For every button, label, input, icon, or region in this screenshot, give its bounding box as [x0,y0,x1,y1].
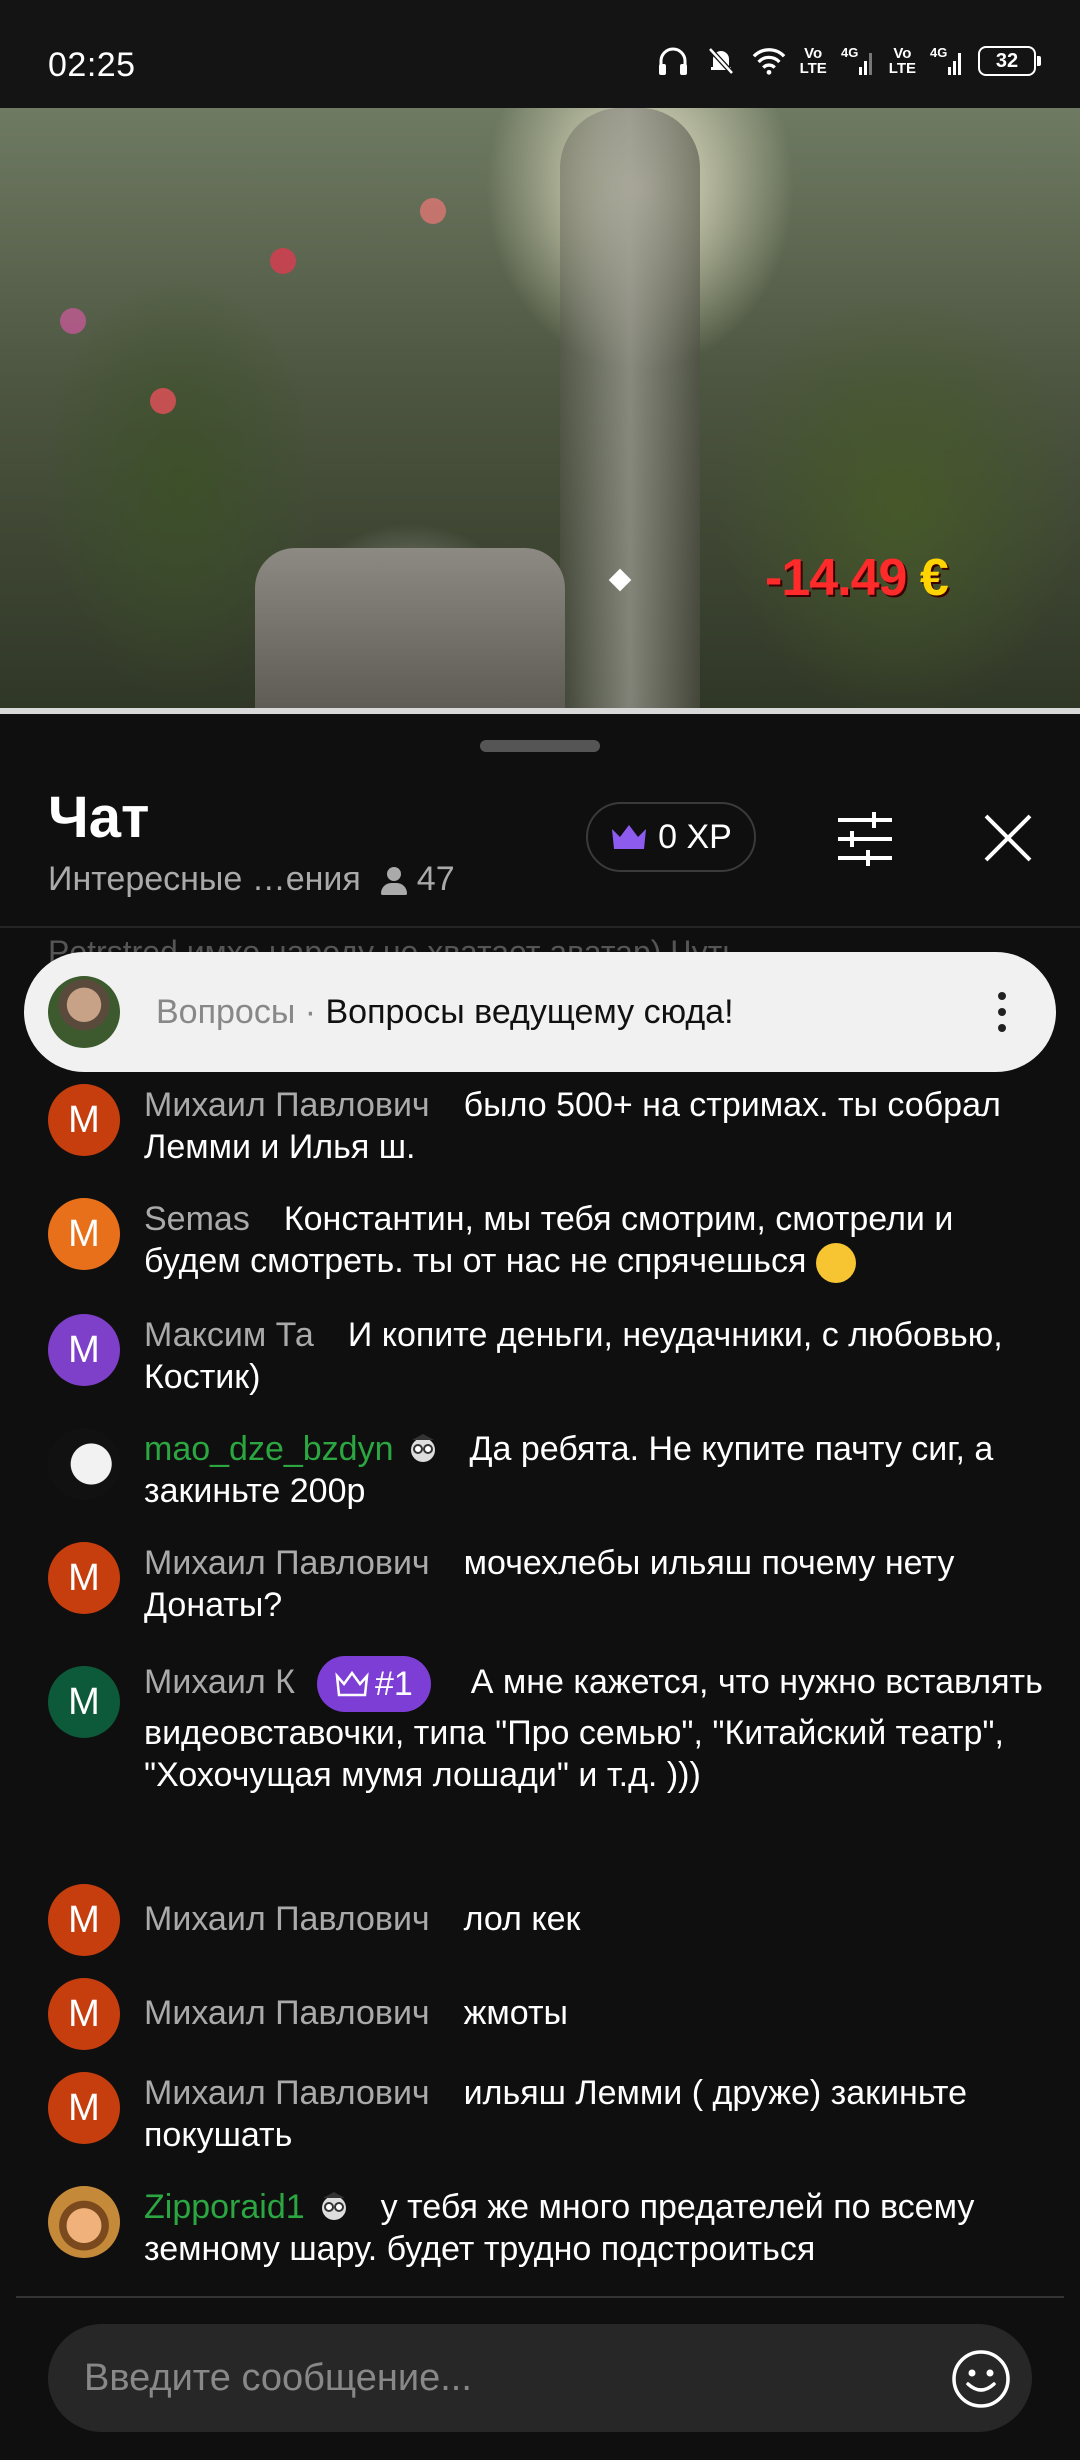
wifi-icon [752,44,786,78]
filters-button[interactable] [832,806,898,872]
moderator-badge-icon [410,1434,435,1463]
chat-title: Чат [48,785,150,850]
chat-message[interactable]: М Михаил К #1 А мне кажется, что нужно вст… [48,1656,1048,1796]
xp-label: 0 XP [658,817,732,856]
chat-divider [0,926,1080,928]
pinned-message[interactable]: Вопросы · Вопросы ведущему сюда! [24,952,1056,1072]
avatar-initial: M [68,1212,100,1255]
pinned-text: Вопросы · Вопросы ведущему сюда! [156,993,734,1032]
message-author[interactable]: Semas [144,1200,250,1238]
chat-message[interactable]: М Михаил Павлович ильяш Лемми ( друже) за… [48,2072,1048,2156]
avatar-initial: М [68,1328,100,1371]
avatar[interactable]: М [48,1884,120,1956]
video-scene-flower [60,308,86,334]
video-scene-flower [270,248,296,274]
pinned-message-text: Вопросы ведущему сюда! [325,992,734,1031]
message-author[interactable]: mao_dze_bzdyn [144,1430,394,1468]
avatar-initial: М [68,1992,100,2035]
message-text: лол кек [463,1900,581,1938]
signal-icon-1: 4G [841,44,875,78]
headphones-icon [656,44,690,78]
status-bar: 02:25 Vo LTE 4G Vo LTE 4G 32 [0,0,1080,108]
emoji-button[interactable] [950,2348,1012,2410]
avatar[interactable] [48,1428,120,1500]
message-author[interactable]: Михаил Павлович [144,2074,430,2112]
crown-icon [612,825,647,849]
composer-divider [16,2296,1064,2298]
video-player[interactable]: -14.49 € [0,108,1080,714]
avatar[interactable]: М [48,1978,120,2050]
video-price-overlay: -14.49 € [765,548,949,608]
crown-outline-icon [335,1671,369,1697]
pinned-separator: · [295,992,326,1031]
video-scene-flower [150,388,176,414]
avatar[interactable] [48,2186,120,2258]
laughing-emoji-icon [815,1243,856,1284]
chat-message[interactable]: mao_dze_bzdyn Да ребята. Не купите пачту … [48,1428,1048,1512]
pinned-label: Вопросы [156,992,296,1031]
avatar-initial: М [68,1898,100,1941]
message-author[interactable]: Михаил Павлович [144,1086,430,1124]
rank-badge: #1 [316,1656,431,1712]
svg-text:4G: 4G [841,45,858,60]
chat-message[interactable]: М Михаил Павлович было 500+ на стримах. т… [48,1084,1048,1168]
battery-icon: 32 [978,46,1041,76]
video-scene-pot [255,548,565,714]
rank-badge-label: #1 [374,1665,413,1703]
avatar-initial: М [68,1680,100,1723]
chat-message[interactable]: М Михаил Павлович мочехлебы ильяш почему … [48,1542,1048,1626]
chat-subtitle-text: Интересные …ения [48,860,361,898]
moderator-badge-icon [321,2192,346,2221]
xp-button[interactable]: 0 XP [586,802,756,872]
status-time: 02:25 [48,46,136,84]
message-author[interactable]: Михаил Павлович [144,1900,430,1938]
video-scene-trunk [560,108,700,714]
message-composer [48,2324,1032,2432]
avatar[interactable]: M [48,1198,120,1270]
viewer-count: 47 [379,860,455,899]
message-author[interactable]: Михаил К [144,1663,295,1701]
avatar[interactable]: М [48,1542,120,1614]
chat-subtitle: Интересные …ения 47 [48,860,455,899]
svg-text:4G: 4G [930,45,947,60]
message-author[interactable]: Максим Та [144,1316,314,1354]
message-author[interactable]: Zipporaid1 [144,2188,305,2226]
avatar-initial: М [68,1098,100,1141]
message-author[interactable]: Михаил Павлович [144,1994,430,2032]
chat-message[interactable]: М Михаил Павлович жмоты [48,1978,1048,2050]
close-chat-button[interactable] [978,808,1038,868]
bell-muted-icon [704,44,738,78]
avatar-initial: М [68,2086,100,2129]
drag-handle[interactable] [480,740,600,752]
sliders-icon [838,812,892,866]
close-icon [984,814,1032,862]
chat-panel: Чат Интересные …ения 47 0 XP Petrstred и… [0,714,1080,2460]
video-price-currency: € [919,549,949,607]
chat-message[interactable]: М Михаил Павлович лол кек [48,1884,1048,1956]
avatar-initial: М [68,1556,100,1599]
status-icons: Vo LTE 4G Vo LTE 4G 32 [656,44,1041,78]
chat-message[interactable]: M Semas Константин, мы тебя смотрим, смот… [48,1198,1048,1284]
volte-label-1: Vo LTE [799,45,827,77]
pinned-avatar [48,976,120,1048]
chat-message[interactable]: Zipporaid1 у тебя же много предателей по … [48,2186,1048,2270]
avatar[interactable]: М [48,1084,120,1156]
avatar[interactable]: М [48,2072,120,2144]
signal-icon-2: 4G [930,44,964,78]
more-options-icon[interactable] [996,988,1008,1038]
person-icon [379,865,409,895]
avatar[interactable]: М [48,1666,120,1738]
avatar[interactable]: М [48,1314,120,1386]
message-author[interactable]: Михаил Павлович [144,1544,430,1582]
message-input[interactable] [84,2348,944,2408]
viewer-count-value: 47 [416,860,455,898]
message-text: жмоты [463,1994,568,2032]
smiley-icon [952,2350,1010,2408]
chat-message[interactable]: М Максим Та И копите деньги, неудачники, … [48,1314,1048,1398]
volte-label-2: Vo LTE [888,45,916,77]
video-price-value: -14.49 [765,549,907,607]
video-scene-flower [420,198,446,224]
